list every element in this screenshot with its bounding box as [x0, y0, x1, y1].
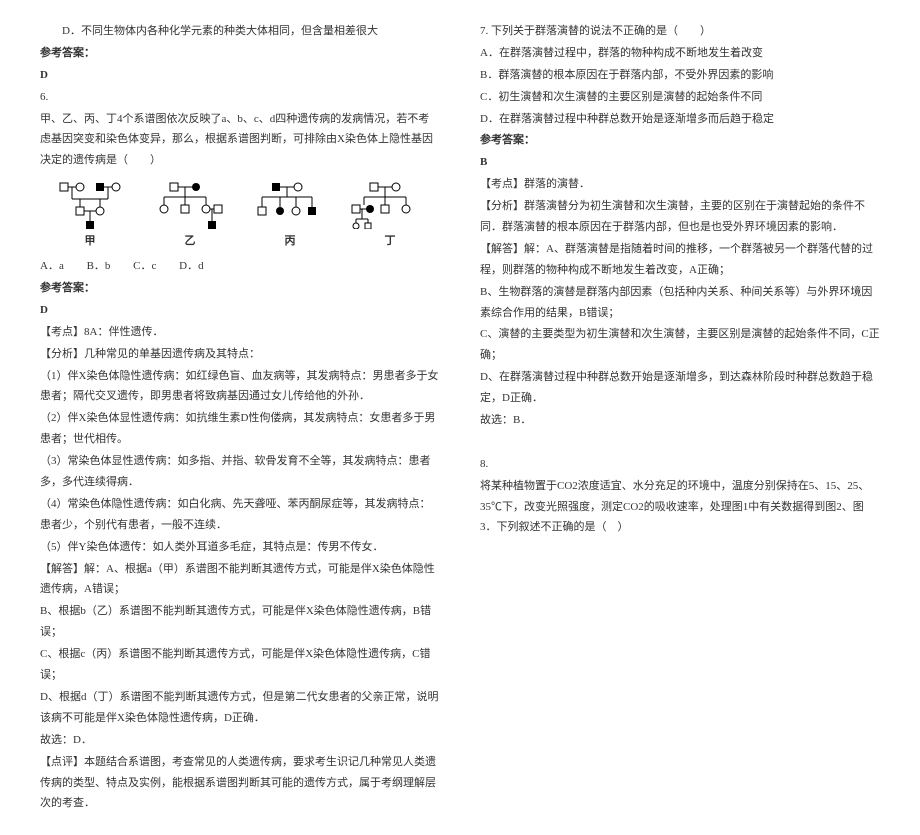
left-column: D．不同生物体内各种化学元素的种类大体相同，但含量相差很大 参考答案： D 6.…: [40, 20, 440, 815]
fx1e: （5）伴Y染色体遗传：如人类外耳道多毛症，其特点是：传男不传女．: [40, 537, 440, 558]
q7d: D．在群落演替过程中种群总数开始是逐渐增多而后趋于稳定: [480, 109, 880, 130]
pedigree-bing: 丙: [250, 179, 330, 252]
answer-d: D: [40, 65, 440, 86]
jd2b: B、生物群落的演替是群落内部因素（包括种内关系、种间关系等）与外界环境因素综合作…: [480, 282, 880, 324]
q8-text: 将某种植物置于CO2浓度适宜、水分充足的环境中，温度分别保持在5、15、25、3…: [480, 476, 880, 539]
jd1d: D、根据d（丁）系谱图不能判断其遗传方式，但是第二代女患者的父亲正常，说明该病不…: [40, 687, 440, 729]
q6-text: 甲、乙、丙、丁4个系谱图依次反映了a、b、c、d四种遗传病的发病情况，若不考虑基…: [40, 109, 440, 172]
jd1b: B、根据b（乙）系谱图不能判断其遗传方式，可能是伴X染色体隐性遗传病，B错误；: [40, 601, 440, 643]
q7a: A．在群落演替过程中，群落的物种构成不断地发生着改变: [480, 43, 880, 64]
jd2d: D、在群落演替过程中种群总数开始是逐渐增多，到达森林阶段时种群总数趋于稳定，D正…: [480, 367, 880, 409]
pedigree-svg-yi: [150, 179, 230, 229]
q6-opt-b: B．b: [87, 260, 111, 272]
label-bing: 丙: [285, 231, 296, 252]
label-yi: 乙: [185, 231, 196, 252]
kaodian-1: 【考点】8A：伴性遗传．: [40, 322, 440, 343]
answer-d-2: D: [40, 300, 440, 321]
answer-header: 参考答案：: [40, 43, 440, 64]
jd2: 【解答】解：A、群落演替是指随着时间的推移，一个群落被另一个群落代替的过程，则群…: [480, 239, 880, 281]
pedigree-svg-ding: [350, 179, 430, 229]
q6-opt-a: A．a: [40, 260, 64, 272]
fx1a: （1）伴X染色体隐性遗传病：如红绿色盲、血友病等，其发病特点：男患者多于女患者；…: [40, 366, 440, 408]
answer-header-2: 参考答案：: [40, 278, 440, 299]
jd1c: C、根据c（丙）系谱图不能判断其遗传方式，可能是伴X染色体隐性遗传病，C错误；: [40, 644, 440, 686]
fx1b: （2）伴X染色体显性遗传病：如抗维生素D性佝偻病，其发病特点：女患者多于男患者；…: [40, 408, 440, 450]
pedigree-jia: 甲: [50, 179, 130, 252]
gx1: 故选：D．: [40, 730, 440, 751]
q7: 7. 下列关于群落演替的说法不正确的是（ ）: [480, 21, 880, 42]
fx1d: （4）常染色体隐性遗传病：如白化病、先天聋哑、苯丙酮尿症等，其发病特点：患者少，…: [40, 494, 440, 536]
answer-header-r: 参考答案：: [480, 130, 880, 151]
q6-number: 6.: [40, 87, 440, 108]
pedigree-svg-jia: [50, 179, 130, 229]
q6-opt-d: D．d: [179, 260, 203, 272]
q7c: C．初生演替和次生演替的主要区别是演替的起始条件不同: [480, 87, 880, 108]
fx2: 【分析】群落演替分为初生演替和次生演替，主要的区别在于演替起始的条件不同．群落演…: [480, 196, 880, 238]
label-jia: 甲: [85, 231, 96, 252]
pedigree-ding: 丁: [350, 179, 430, 252]
pedigree-yi: 乙: [150, 179, 230, 252]
kd2: 【考点】群落的演替．: [480, 174, 880, 195]
pedigree-svg-bing: [250, 179, 330, 229]
right-column: 7. 下列关于群落演替的说法不正确的是（ ） A．在群落演替过程中，群落的物种构…: [480, 20, 880, 815]
q6-opt-c: C．c: [133, 260, 156, 272]
q8-number: 8.: [480, 454, 880, 475]
q5-option-d: D．不同生物体内各种化学元素的种类大体相同，但含量相差很大: [40, 21, 440, 42]
q7b: B．群落演替的根本原因在于群落内部，不受外界因素的影响: [480, 65, 880, 86]
fx1c: （3）常染色体显性遗传病：如多指、并指、软骨发育不全等，其发病特点：患者多，多代…: [40, 451, 440, 493]
label-ding: 丁: [385, 231, 396, 252]
gx2: 故选：B．: [480, 410, 880, 431]
pedigree-figures: 甲: [40, 179, 440, 252]
jieda-1: 【解答】解：A、根据a（甲）系谱图不能判断其遗传方式，可能是伴X染色体隐性遗传病…: [40, 559, 440, 601]
fenxi-1: 【分析】几种常见的单基因遗传病及其特点：: [40, 344, 440, 365]
jd2c: C、演替的主要类型为初生演替和次生演替，主要区别是演替的起始条件不同，C正确；: [480, 324, 880, 366]
dp1: 【点评】本题结合系谱图，考查常见的人类遗传病，要求考生识记几种常见人类遗传病的类…: [40, 752, 440, 815]
q6-options: A．a B．b C．c D．d: [40, 256, 440, 277]
answer-b: B: [480, 152, 880, 173]
